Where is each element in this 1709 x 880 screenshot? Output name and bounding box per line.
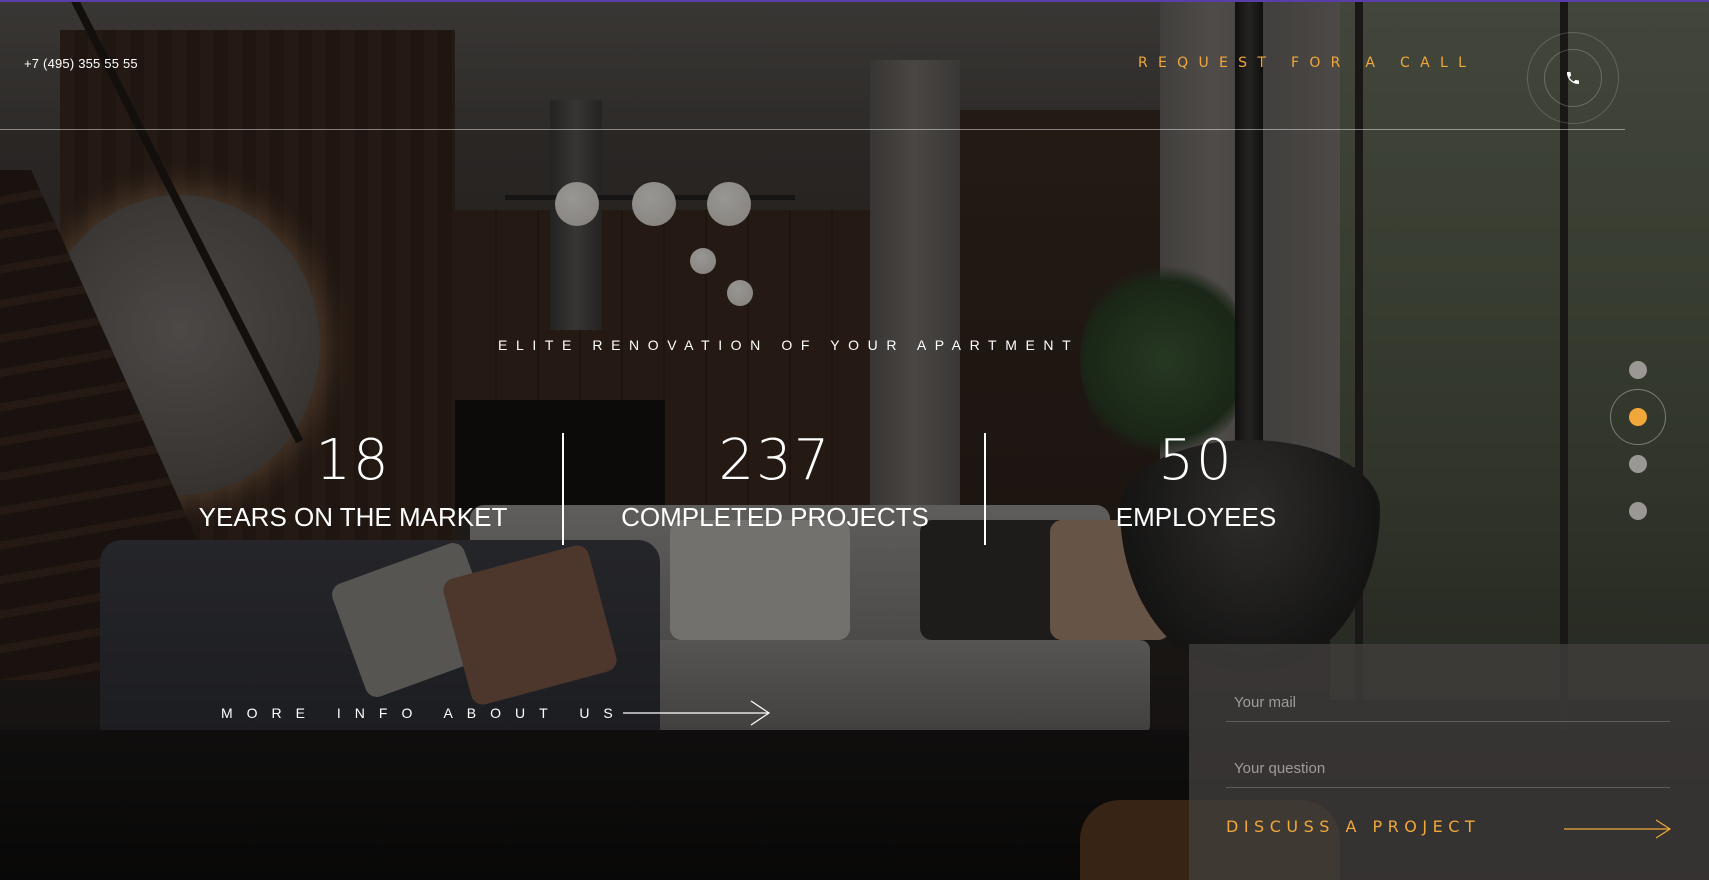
top-accent-line (0, 0, 1709, 2)
stat-divider (984, 433, 986, 545)
stat-divider (562, 433, 564, 545)
stat-label: YEARS ON THE MARKET (198, 502, 508, 532)
slide-dot-2[interactable] (1629, 408, 1647, 426)
stat-years: 18 YEARS ON THE MARKET (183, 432, 523, 533)
stat-projects: 237 COMPLETED PROJECTS (605, 432, 945, 533)
more-info-label: MORE INFO ABOUT US (221, 705, 627, 721)
hero-tagline: ELITE RENOVATION OF YOUR APARTMENT (498, 337, 1080, 353)
phone-number-link[interactable]: +7 (495) 355 55 55 (24, 56, 138, 71)
phone-icon (1567, 72, 1579, 84)
header-divider (0, 129, 1625, 130)
arrow-right-icon (622, 700, 770, 726)
stat-employees: 50 EMPLOYEES (1026, 432, 1366, 533)
request-call-link[interactable]: REQUEST FOR A CALL (1138, 55, 1476, 71)
slide-dot-1[interactable] (1629, 361, 1647, 379)
stat-number: 50 (1158, 428, 1234, 493)
stat-label: COMPLETED PROJECTS (621, 502, 929, 532)
call-button[interactable] (1527, 32, 1619, 124)
email-field[interactable] (1226, 692, 1670, 722)
stat-label: EMPLOYEES (1115, 502, 1277, 532)
slide-dot-4[interactable] (1629, 502, 1647, 520)
more-info-link[interactable]: MORE INFO ABOUT US (221, 698, 773, 728)
submit-arrow-icon[interactable] (1564, 818, 1672, 840)
discuss-project-button[interactable]: DISCUSS A PROJECT (1226, 817, 1480, 836)
stat-number: 237 (718, 428, 832, 493)
question-field[interactable] (1226, 758, 1670, 788)
call-button-inner-ring (1544, 49, 1602, 107)
stat-number: 18 (315, 428, 391, 493)
slide-dot-3[interactable] (1629, 455, 1647, 473)
